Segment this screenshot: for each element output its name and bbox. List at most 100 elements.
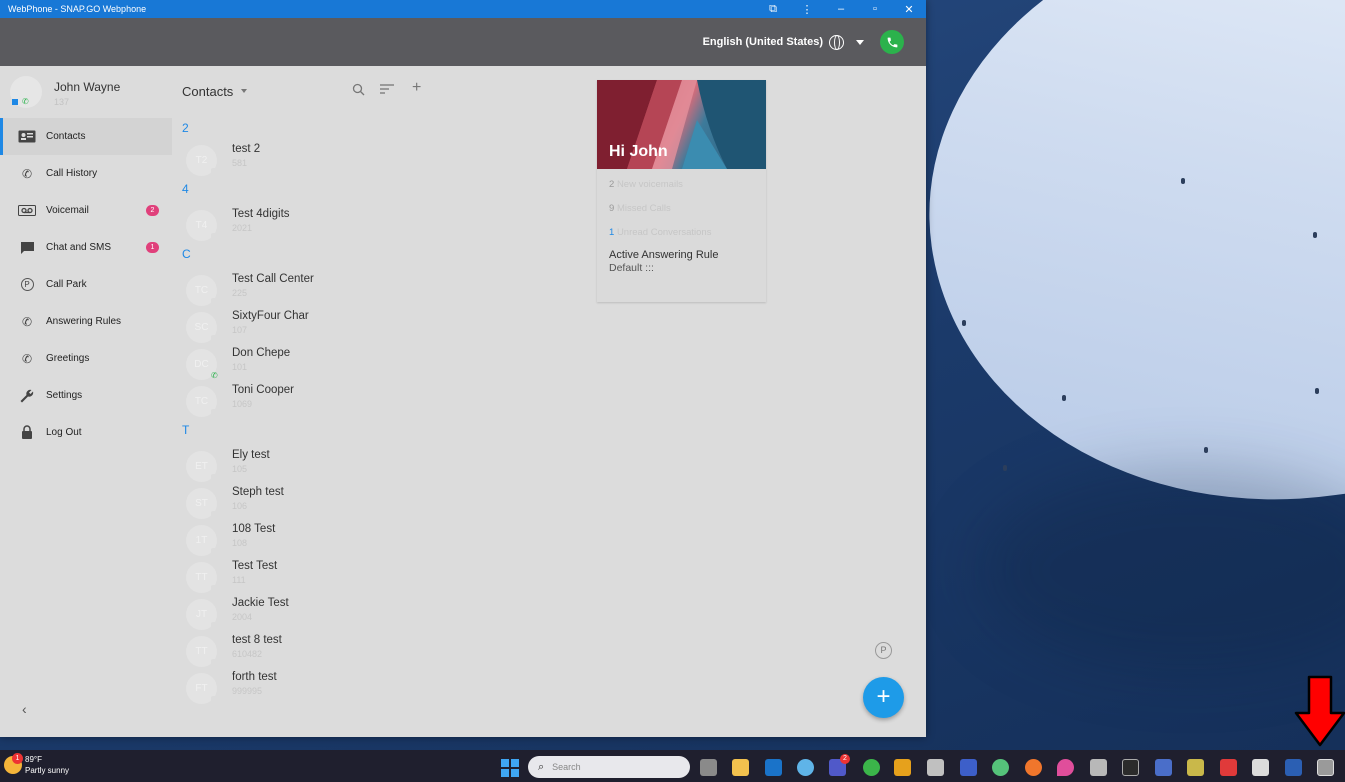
group-letter: 4 bbox=[182, 182, 189, 196]
paint-icon[interactable] bbox=[1057, 759, 1074, 776]
sidebar-item-call-park[interactable]: P Call Park bbox=[0, 266, 172, 303]
contact-extension: 225 bbox=[232, 288, 248, 298]
list-item[interactable]: TC Test Call Center 225 bbox=[172, 270, 442, 307]
remote-desktop-icon[interactable] bbox=[960, 759, 977, 776]
network-icon[interactable] bbox=[1155, 759, 1172, 776]
list-item[interactable]: T4 Test 4digits 2021 bbox=[172, 205, 442, 242]
sidebar-item-contacts[interactable]: Contacts bbox=[0, 118, 172, 155]
browser-app-icon[interactable] bbox=[1025, 759, 1042, 776]
list-item[interactable]: 1T 108 Test 108 bbox=[172, 520, 442, 557]
anydesk-icon[interactable] bbox=[1220, 759, 1237, 776]
sidebar-item-log-out[interactable]: Log Out bbox=[0, 414, 172, 451]
more-options-icon[interactable]: ⋮ bbox=[790, 3, 824, 16]
chevron-down-icon bbox=[856, 39, 864, 45]
sidebar-item-voicemail[interactable]: Voicemail 2 bbox=[0, 192, 172, 229]
close-button[interactable]: ✕ bbox=[892, 3, 926, 16]
sidebar-item-chat-and-sms[interactable]: Chat and SMS 1 bbox=[0, 229, 172, 266]
voicemail-summary[interactable]: 2 New voicemails bbox=[597, 173, 766, 197]
answering-rule-value[interactable]: Default ::: bbox=[597, 262, 766, 274]
avatar: TC bbox=[186, 386, 219, 417]
greetings-icon: ✆ bbox=[21, 351, 33, 366]
minimize-button[interactable]: – bbox=[824, 3, 858, 15]
list-item[interactable]: ET Ely test 105 bbox=[172, 446, 442, 483]
slack-icon[interactable] bbox=[797, 759, 814, 776]
terminal-icon[interactable] bbox=[1122, 759, 1139, 776]
voicemail-count-badge: 2 bbox=[146, 205, 159, 216]
add-contact-icon[interactable]: + bbox=[412, 79, 421, 97]
search-icon[interactable] bbox=[352, 83, 365, 99]
answering-rule-title: Active Answering Rule bbox=[609, 249, 719, 261]
snipping-tool-icon[interactable] bbox=[927, 759, 944, 776]
list-item[interactable]: TC Toni Cooper 1069 bbox=[172, 381, 442, 418]
weather-temperature: 89°F bbox=[25, 755, 42, 764]
file-explorer-icon[interactable] bbox=[732, 759, 749, 776]
wallpaper-dot bbox=[1062, 395, 1066, 401]
list-item[interactable]: SC SixtyFour Char 107 bbox=[172, 307, 442, 344]
group-letter: 2 bbox=[182, 121, 189, 135]
list-item[interactable]: FT forth test 999995 bbox=[172, 668, 442, 705]
avatar: SC bbox=[186, 312, 219, 343]
webphone-taskbar-icon[interactable] bbox=[1317, 759, 1334, 776]
chat-icon bbox=[18, 241, 36, 255]
list-item[interactable]: ST Steph test 106 bbox=[172, 483, 442, 520]
start-button-windows-icon[interactable] bbox=[501, 759, 519, 777]
teams-icon[interactable]: 2 bbox=[829, 754, 850, 776]
sidebar-item-call-history[interactable]: ✆ Call History bbox=[0, 155, 172, 192]
wallpaper-dot bbox=[1003, 465, 1007, 471]
group-letter: T bbox=[182, 423, 190, 437]
word-icon[interactable] bbox=[1285, 759, 1302, 776]
sticky-notes-icon[interactable] bbox=[894, 759, 911, 776]
messaging-app-icon[interactable] bbox=[992, 759, 1009, 776]
wallpaper-dot bbox=[1313, 232, 1317, 238]
call-park-button[interactable]: P bbox=[875, 642, 892, 659]
sidebar-item-label: Call History bbox=[46, 168, 98, 179]
sidebar-item-settings[interactable]: Settings bbox=[0, 377, 172, 414]
collapse-sidebar-chevron-icon[interactable]: ‹ bbox=[22, 701, 27, 717]
contact-name: SixtyFour Char bbox=[232, 310, 309, 322]
language-selector[interactable]: English (United States) bbox=[703, 34, 864, 50]
sidebar-item-label: Settings bbox=[46, 390, 83, 401]
phone-status-button[interactable] bbox=[880, 30, 904, 54]
add-button[interactable]: + bbox=[863, 677, 904, 718]
contact-name: Steph test bbox=[232, 486, 284, 498]
missed-calls-summary[interactable]: 9 Missed Calls bbox=[597, 197, 766, 221]
list-item[interactable]: TT test 8 test 610482 bbox=[172, 631, 442, 668]
contacts-title[interactable]: Contacts bbox=[182, 84, 233, 99]
contact-extension: 2021 bbox=[232, 223, 253, 233]
extensions-icon[interactable]: ⧉ bbox=[756, 3, 790, 16]
weather-widget[interactable]: 1 89°F Partly sunny bbox=[4, 753, 69, 776]
avatar: T2 bbox=[186, 145, 219, 176]
task-view-icon[interactable] bbox=[700, 759, 717, 776]
sidebar-item-greetings[interactable]: ✆ Greetings bbox=[0, 340, 172, 377]
maximize-button[interactable]: ▫ bbox=[858, 3, 892, 15]
chrome-icon[interactable] bbox=[863, 759, 880, 776]
monitor-icon[interactable] bbox=[1090, 759, 1107, 776]
vpn-icon[interactable] bbox=[1252, 759, 1269, 776]
avatar: DC ✆ bbox=[186, 349, 218, 380]
contacts-header: Contacts + bbox=[172, 66, 442, 116]
chevron-down-icon[interactable] bbox=[241, 89, 248, 93]
contact-extension: 106 bbox=[232, 501, 248, 511]
outlook-icon[interactable] bbox=[765, 759, 782, 776]
list-item[interactable]: JT Jackie Test 2004 bbox=[172, 594, 442, 631]
weather-badge: 1 bbox=[12, 753, 23, 764]
contact-name: test 8 test bbox=[232, 634, 282, 646]
list-item[interactable]: DC ✆ Don Chepe 101 bbox=[172, 344, 442, 381]
taskbar-search[interactable]: ⌕ Search bbox=[528, 756, 690, 778]
webphone-window: WebPhone - SNAP.GO Webphone ⧉ ⋮ – ▫ ✕ En… bbox=[0, 0, 926, 737]
lock-icon bbox=[18, 425, 36, 440]
user-profile[interactable]: ✆ John Wayne 137 bbox=[0, 66, 172, 118]
contact-extension: 107 bbox=[232, 325, 248, 335]
list-item[interactable]: T2 test 2 581 bbox=[172, 140, 442, 177]
contact-name: Jackie Test bbox=[232, 597, 289, 609]
sidebar-item-label: Answering Rules bbox=[46, 316, 122, 327]
call-history-icon: ✆ bbox=[21, 166, 33, 181]
wrench-icon bbox=[18, 389, 36, 403]
weather-sun-icon: 1 bbox=[4, 753, 23, 774]
network-tool-icon[interactable] bbox=[1187, 759, 1204, 776]
sort-icon[interactable] bbox=[380, 83, 394, 98]
unread-conversations-summary[interactable]: 1 Unread Conversations bbox=[597, 221, 766, 245]
sidebar-item-answering-rules[interactable]: ✆ Answering Rules bbox=[0, 303, 172, 340]
greeting-text: Hi John bbox=[609, 143, 668, 160]
list-item[interactable]: TT Test Test 111 bbox=[172, 557, 442, 594]
